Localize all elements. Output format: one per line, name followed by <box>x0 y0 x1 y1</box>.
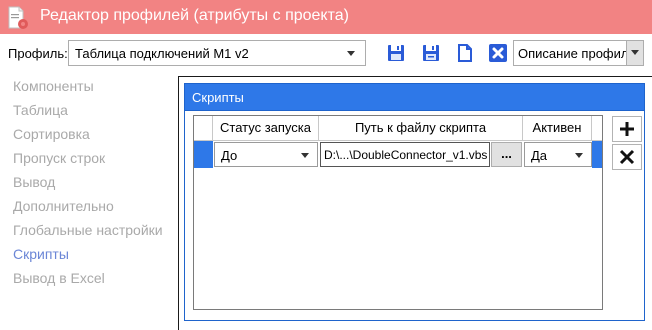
add-script-button[interactable] <box>612 116 642 142</box>
app-icon <box>6 6 30 30</box>
sidebar-item-scripts[interactable]: Скрипты <box>13 246 69 262</box>
row-selector[interactable] <box>194 141 213 168</box>
chevron-down-icon <box>631 50 639 55</box>
scripts-panel: Скрипты Статус запуска Путь к файлу скри… <box>178 76 652 330</box>
sidebar-item-output[interactable]: Вывод <box>13 174 55 190</box>
save-as-icon <box>423 45 439 61</box>
status-combo[interactable]: До <box>214 142 318 167</box>
sidebar-item-excel-output[interactable]: Вывод в Excel <box>13 270 105 286</box>
panel-title: Скрипты <box>192 90 244 105</box>
window-title: Редактор профилей (атрибуты с проекта) <box>40 7 349 24</box>
chevron-down-icon <box>347 51 355 56</box>
profile-select[interactable]: Таблица подключений М1 v2 <box>68 40 366 66</box>
row-selector-header <box>194 116 213 141</box>
script-path-input[interactable]: D:\...\DoubleConnector_v1.vbs <box>320 142 490 167</box>
script-path-value: D:\...\DoubleConnector_v1.vbs <box>324 148 488 162</box>
sidebar-item-sorting[interactable]: Сортировка <box>13 126 90 142</box>
active-combo[interactable]: Да <box>524 142 592 167</box>
chevron-down-icon <box>301 153 309 158</box>
close-icon <box>619 149 635 165</box>
sidebar-item-additional[interactable]: Дополнительно <box>13 198 114 214</box>
profile-label: Профиль: <box>8 46 68 61</box>
sidebar-item-table[interactable]: Таблица <box>13 102 68 118</box>
column-header-status[interactable]: Статус запуска <box>213 116 319 141</box>
save-button[interactable] <box>384 41 408 65</box>
active-value: Да <box>531 148 548 163</box>
row-end-marker <box>592 141 602 168</box>
browse-button[interactable]: ... <box>491 142 522 167</box>
sidebar-item-components[interactable]: Компоненты <box>13 78 94 94</box>
description-dropdown-button[interactable] <box>626 41 643 65</box>
description-select-value: Описание профиля: <box>518 46 640 61</box>
chevron-down-icon <box>575 153 583 158</box>
table-row[interactable]: До D:\...\DoubleConnector_v1.vbs ... Да <box>194 141 602 168</box>
delete-button[interactable] <box>486 41 510 65</box>
delete-icon <box>489 44 507 62</box>
plus-icon <box>620 122 634 136</box>
save-as-button[interactable] <box>419 41 443 65</box>
new-document-icon <box>458 44 472 62</box>
panel-body: Статус запуска Путь к файлу скрипта Акти… <box>184 111 645 321</box>
sidebar-item-global-settings[interactable]: Глобальные настройки <box>13 222 163 238</box>
panel-header: Скрипты <box>184 83 645 111</box>
toolbar: Профиль: Таблица подключений М1 v2 Описа… <box>0 34 652 72</box>
column-header-path[interactable]: Путь к файлу скрипта <box>319 116 523 141</box>
status-value: До <box>221 148 238 163</box>
profile-select-value: Таблица подключений М1 v2 <box>75 46 249 61</box>
remove-script-button[interactable] <box>612 144 642 170</box>
save-icon <box>388 45 404 61</box>
grid-header: Статус запуска Путь к файлу скрипта Акти… <box>194 116 602 141</box>
description-select[interactable]: Описание профиля: <box>513 40 644 66</box>
title-bar: Редактор профилей (атрибуты с проекта) <box>0 0 652 34</box>
scripts-grid: Статус запуска Путь к файлу скрипта Акти… <box>193 115 603 310</box>
new-button[interactable] <box>453 41 477 65</box>
column-header-active[interactable]: Активен <box>523 116 592 141</box>
sidebar-item-skip-rows[interactable]: Пропуск строк <box>13 150 105 166</box>
